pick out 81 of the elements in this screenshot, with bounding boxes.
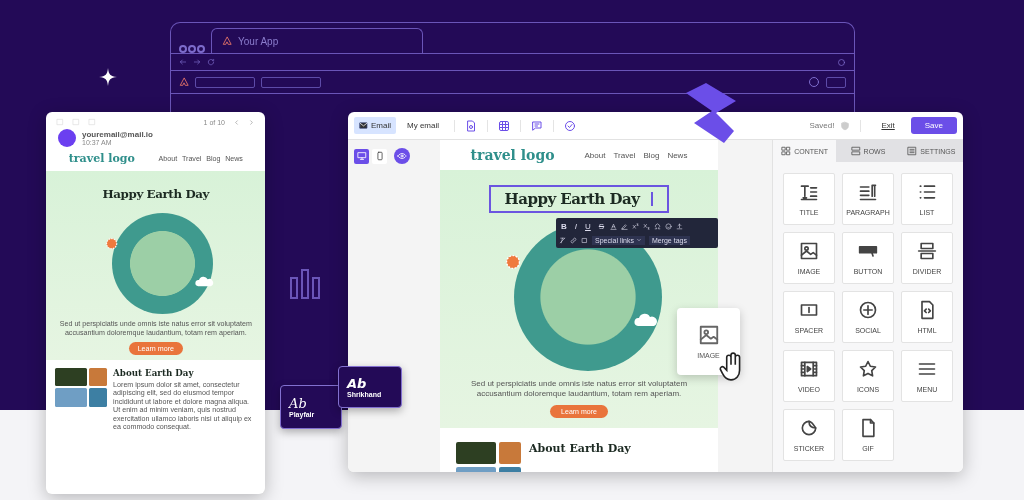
placeholder-bar	[195, 76, 255, 88]
zigzag-shape	[686, 83, 736, 143]
grid-icon	[498, 119, 511, 132]
cloud-icon	[195, 275, 215, 287]
subscript-icon	[643, 222, 651, 230]
bars-icon	[289, 268, 321, 300]
paragraph-icon	[858, 182, 878, 202]
font-sample: Ab	[347, 376, 368, 391]
image-icon	[799, 241, 819, 261]
font-sample: Ab	[289, 396, 308, 411]
back-icon	[179, 58, 187, 66]
next-icon	[248, 118, 255, 126]
envelope-icon	[359, 121, 368, 130]
sparkle-icon	[99, 68, 117, 86]
email-nav-link[interactable]: About	[584, 150, 606, 160]
exit-link[interactable]: Exit	[881, 121, 895, 130]
window-controls-icon	[179, 45, 205, 53]
text-cursor	[651, 192, 654, 206]
desktop-icon	[356, 151, 367, 161]
app-logo-icon	[179, 77, 189, 87]
preview-button[interactable]	[394, 148, 410, 164]
about-title: About Earth Day	[113, 368, 195, 379]
circle-icon	[837, 57, 846, 67]
format-button[interactable]: B	[559, 221, 569, 231]
format-button[interactable]: I	[572, 221, 579, 231]
superscript-icon	[632, 222, 640, 230]
mobile-icon	[374, 151, 385, 161]
email-nav-link[interactable]: News	[667, 150, 688, 160]
link-icon	[570, 236, 577, 244]
device-toggle[interactable]	[354, 148, 369, 164]
email-logo: travel logo	[68, 152, 135, 166]
placeholder-bar	[261, 76, 321, 88]
shield-icon	[840, 120, 851, 131]
email-nav-link[interactable]: Blog	[643, 150, 660, 160]
video-icon	[799, 359, 819, 379]
app-logo-icon	[222, 36, 232, 46]
rows-icon	[850, 146, 861, 156]
caret-icon	[635, 237, 642, 243]
previous-icon	[233, 118, 240, 126]
save-status: Saved!	[809, 121, 835, 130]
format-button[interactable]: U	[583, 221, 593, 231]
photo-placeholder	[499, 442, 521, 464]
sticker-icon	[799, 418, 819, 438]
format-button[interactable]: S	[596, 221, 607, 231]
photo-placeholder	[456, 442, 496, 464]
divider-icon	[917, 241, 937, 261]
circle-icon	[808, 76, 820, 88]
forward-icon	[193, 58, 201, 66]
cloud-icon	[634, 313, 658, 327]
document-icon	[465, 119, 478, 132]
editor-tab[interactable]: Email	[354, 117, 396, 134]
save-button[interactable]: Save	[910, 117, 957, 134]
editor-tab[interactable]: My email	[402, 117, 445, 134]
upload-icon	[676, 222, 684, 230]
placeholder-bar	[826, 76, 846, 88]
eye-icon	[397, 151, 407, 161]
star-icon	[858, 359, 878, 379]
settings-icon	[907, 146, 918, 156]
list-icon	[917, 182, 937, 202]
title-icon	[799, 182, 819, 202]
email-nav-link[interactable]: Travel	[613, 150, 636, 160]
plus-circle-icon	[858, 300, 878, 320]
email-heading[interactable]: Happy Earth Day	[489, 185, 669, 213]
check-circle-icon	[564, 119, 577, 132]
email-body-text: Sed ut perspiciatis unde omnis iste natus error sit voluptatem accusantium doloremque laudantium, totam rem aperiam.	[469, 379, 689, 399]
comment-icon	[531, 119, 544, 132]
email-logo: travel logo	[470, 147, 555, 163]
about-title: About Earth Day	[529, 442, 631, 455]
omega-icon	[654, 222, 662, 230]
smiley-icon	[665, 222, 673, 230]
grid-icon	[781, 146, 792, 156]
clear-format-icon	[559, 236, 566, 244]
device-toggle[interactable]	[372, 148, 387, 164]
sender-email: youremail@mail.io	[82, 130, 153, 139]
browser-tab[interactable]: Your App	[211, 28, 423, 53]
reload-icon	[207, 58, 215, 66]
image-icon	[697, 324, 720, 346]
highlighter-icon	[621, 222, 629, 230]
email-heading: Happy Earth Day	[101, 185, 211, 203]
avatar	[58, 129, 76, 147]
text-color-icon	[610, 222, 618, 230]
